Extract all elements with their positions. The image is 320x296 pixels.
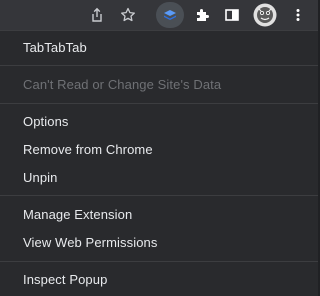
puzzle-icon[interactable]: [191, 4, 213, 26]
side-panel-icon[interactable]: [221, 4, 243, 26]
menu-item-options[interactable]: Options: [0, 109, 318, 133]
tabtabtab-extension-icon[interactable]: [159, 4, 181, 26]
extension-context-menu: TabTabTab Can't Read or Change Site's Da…: [0, 30, 318, 296]
more-vert-icon[interactable]: [287, 4, 309, 26]
menu-item-manage-extension[interactable]: Manage Extension: [0, 202, 318, 226]
menu-separator: [0, 261, 318, 262]
menu-item-site-data: Can't Read or Change Site's Data: [23, 76, 222, 92]
share-icon[interactable]: [86, 4, 108, 26]
browser-toolbar: [0, 0, 318, 30]
profile-avatar[interactable]: [253, 3, 277, 27]
menu-separator: [0, 103, 318, 104]
menu-separator: [0, 65, 318, 66]
menu-item-inspect-popup[interactable]: Inspect Popup: [0, 267, 318, 291]
menu-item-header[interactable]: TabTabTab: [0, 35, 318, 59]
menu-item-web-permissions[interactable]: View Web Permissions: [0, 230, 318, 254]
menu-item-remove[interactable]: Remove from Chrome: [0, 137, 318, 161]
menu-item-unpin[interactable]: Unpin: [0, 165, 318, 189]
menu-separator: [0, 195, 318, 196]
star-icon[interactable]: [117, 4, 139, 26]
